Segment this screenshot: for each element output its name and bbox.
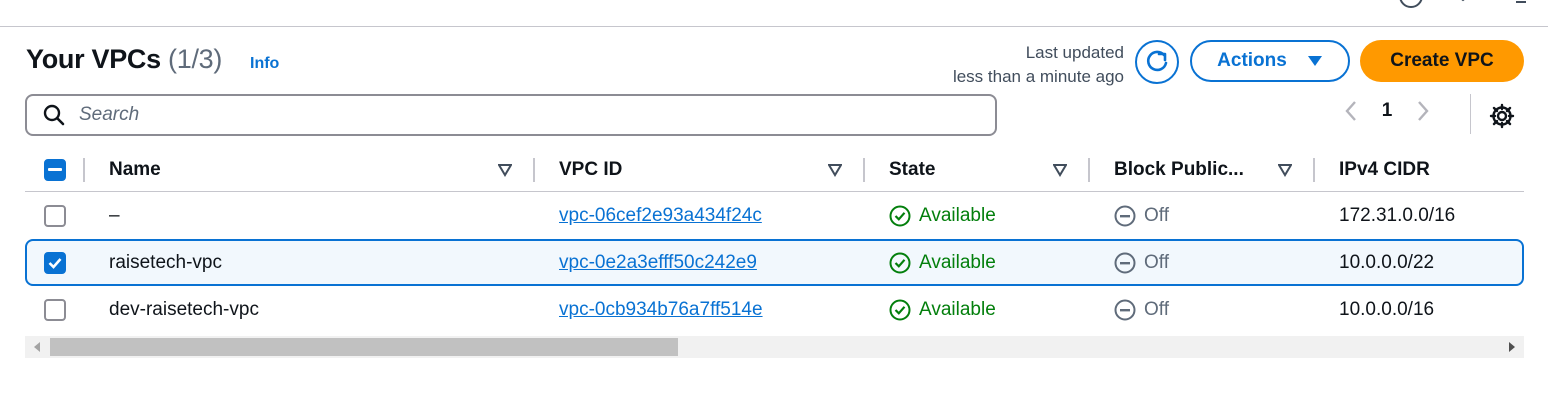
scroll-right-arrow-icon[interactable]: [1508, 342, 1516, 352]
actions-label: Actions: [1217, 50, 1287, 71]
last-updated: Last updated less than a minute ago: [953, 41, 1124, 89]
state-cell: Available: [889, 192, 996, 239]
checkmark-icon: [48, 257, 62, 269]
table-row[interactable]: dev-raisetech-vpc vpc-0cb934b76a7ff514e …: [25, 286, 1524, 333]
scroll-left-arrow-icon[interactable]: [33, 342, 41, 352]
block-public-cell: Off: [1114, 192, 1169, 239]
status-stopped-icon: [1114, 252, 1136, 273]
block-public-cell: Off: [1114, 241, 1169, 284]
cube-icon[interactable]: [1450, 0, 1476, 10]
table-row[interactable]: – vpc-06cef2e93a434f24c Available Off 17…: [25, 192, 1524, 239]
vpc-id-link[interactable]: vpc-0e2a3efff50c242e9: [559, 241, 757, 284]
vpc-name: dev-raisetech-vpc: [109, 298, 259, 320]
page-number[interactable]: 1: [1380, 100, 1394, 122]
info-circle-icon[interactable]: [1398, 0, 1424, 10]
top-divider: [0, 26, 1548, 27]
column-divider: [533, 158, 535, 182]
info-link[interactable]: Info: [250, 55, 279, 73]
state-cell: Available: [889, 241, 996, 284]
vpc-id-link[interactable]: vpc-0cb934b76a7ff514e: [559, 286, 763, 333]
block-public-text: Off: [1144, 251, 1169, 273]
column-header-name[interactable]: Name: [109, 148, 161, 191]
sort-caret-icon[interactable]: [498, 163, 512, 177]
status-success-icon: [889, 299, 911, 320]
column-divider: [1088, 158, 1090, 182]
expand-icon[interactable]: [1502, 0, 1528, 10]
select-all-cell: [44, 148, 66, 191]
refresh-icon: [1146, 50, 1168, 72]
search-field[interactable]: [25, 94, 997, 136]
selection-count: (1/3): [168, 44, 223, 74]
column-header-ipv4-cidr[interactable]: IPv4 CIDR: [1339, 148, 1430, 191]
status-stopped-icon: [1114, 205, 1136, 226]
ipv4-cidr: 10.0.0.0/22: [1339, 251, 1435, 273]
select-all-checkbox[interactable]: [44, 158, 66, 181]
last-updated-label: Last updated: [1025, 43, 1124, 62]
search-input[interactable]: [79, 104, 959, 126]
scrollbar-thumb[interactable]: [50, 338, 678, 356]
ipv4-cidr: 10.0.0.0/16: [1339, 298, 1435, 320]
vpc-name: raisetech-vpc: [109, 251, 222, 273]
status-success-icon: [889, 252, 911, 273]
column-header-block-public[interactable]: Block Public...: [1114, 148, 1244, 191]
block-public-text: Off: [1144, 298, 1169, 320]
column-divider: [83, 158, 85, 182]
column-header-vpc-id[interactable]: VPC ID: [559, 148, 622, 191]
horizontal-scrollbar[interactable]: [25, 336, 1524, 358]
table-row-selected[interactable]: raisetech-vpc vpc-0e2a3efff50c242e9 Avai…: [25, 239, 1524, 286]
title-text: Your VPCs: [26, 44, 161, 74]
create-vpc-button[interactable]: Create VPC: [1360, 40, 1524, 82]
caret-down-icon: [1307, 56, 1322, 66]
table-header: Name VPC ID State Block Public... IPv4 C…: [25, 148, 1524, 192]
state-cell: Available: [889, 286, 996, 333]
block-public-cell: Off: [1114, 286, 1169, 333]
sort-caret-icon[interactable]: [1053, 163, 1067, 177]
state-text: Available: [919, 298, 996, 320]
row-checkbox[interactable]: [44, 204, 66, 227]
status-success-icon: [889, 205, 911, 226]
last-updated-value: less than a minute ago: [952, 67, 1124, 86]
search-icon: [43, 104, 65, 126]
state-text: Available: [919, 204, 996, 226]
sort-caret-icon[interactable]: [1278, 163, 1292, 177]
actions-button[interactable]: Actions: [1190, 40, 1350, 82]
state-text: Available: [919, 251, 996, 273]
block-public-text: Off: [1144, 204, 1169, 226]
column-header-state[interactable]: State: [889, 148, 935, 191]
page-title: Your VPCs (1/3): [26, 44, 222, 75]
vpc-id-link[interactable]: vpc-06cef2e93a434f24c: [559, 192, 762, 239]
row-checkbox[interactable]: [44, 298, 66, 321]
pager-divider: [1470, 94, 1471, 134]
ipv4-cidr: 172.31.0.0/16: [1339, 204, 1456, 226]
row-checkbox-checked[interactable]: [44, 251, 66, 274]
status-stopped-icon: [1114, 299, 1136, 320]
top-toolbar-icons: [1398, 0, 1528, 10]
vpc-name: –: [109, 204, 120, 226]
chevron-left-icon[interactable]: [1344, 100, 1358, 122]
chevron-right-icon[interactable]: [1416, 100, 1430, 122]
settings-gear-icon[interactable]: [1489, 103, 1515, 129]
column-divider: [1313, 158, 1315, 182]
sort-caret-icon[interactable]: [828, 163, 842, 177]
refresh-button[interactable]: [1135, 40, 1179, 84]
pagination: 1: [1344, 100, 1430, 122]
indeterminate-icon: [48, 167, 62, 171]
column-divider: [863, 158, 865, 182]
vpc-table: Name VPC ID State Block Public... IPv4 C…: [25, 148, 1524, 333]
